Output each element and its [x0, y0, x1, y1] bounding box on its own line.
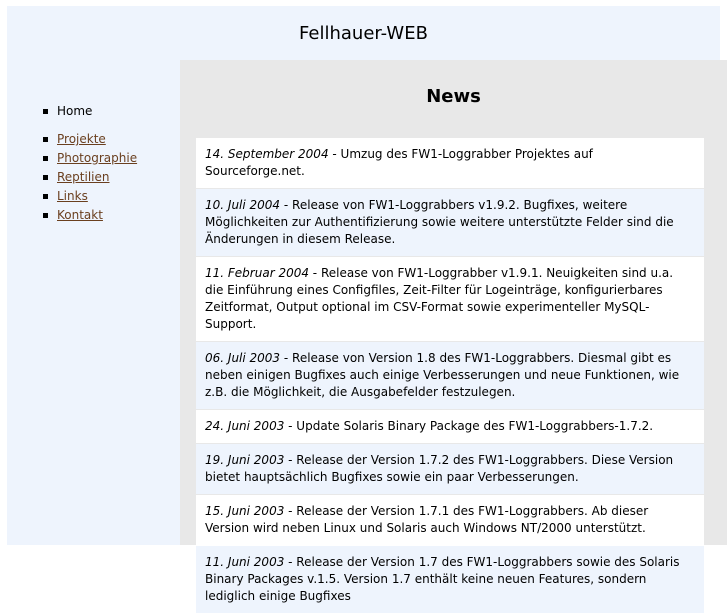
news-item: 15. Juni 2003 - Release der Version 1.7.…	[196, 495, 704, 545]
news-item: 19. Juni 2003 - Release der Version 1.7.…	[196, 444, 704, 494]
nav-link-kontakt[interactable]: Kontakt	[57, 208, 103, 222]
nav-item-home-label: Home	[57, 104, 93, 118]
nav-link-links[interactable]: Links	[57, 189, 88, 203]
bullet-icon	[43, 213, 48, 218]
nav-item-links: Links	[43, 187, 137, 206]
site-title: Fellhauer-WEB	[299, 22, 428, 44]
news-item: 11. Juni 2003 - Release der Version 1.7 …	[196, 546, 704, 613]
nav-item-projekte: Projekte	[43, 130, 137, 149]
nav-link-projekte[interactable]: Projekte	[57, 132, 106, 146]
nav-link-photographie[interactable]: Photographie	[57, 151, 137, 165]
news-item: 10. Juli 2004 - Release von FW1-Loggrabb…	[196, 189, 704, 256]
news-item: 06. Juli 2003 - Release von Version 1.8 …	[196, 342, 704, 409]
news-date: 14. September 2004	[205, 147, 329, 161]
bullet-icon	[43, 109, 48, 114]
news-date: 24. Juni 2003	[205, 419, 285, 433]
main-content: News 14. September 2004 - Umzug des FW1-…	[180, 60, 727, 613]
page-title: News	[426, 86, 481, 107]
nav-item-kontakt: Kontakt	[43, 206, 137, 225]
nav-item-photographie: Photographie	[43, 149, 137, 168]
nav-links-list: Projekte Photographie Reptilien Links Ko…	[43, 130, 137, 225]
news-date: 15. Juni 2003	[205, 504, 285, 518]
news-date: 19. Juni 2003	[205, 453, 285, 467]
news-text: - Update Solaris Binary Package des FW1-…	[284, 419, 654, 433]
bullet-icon	[43, 175, 48, 180]
bullet-icon	[43, 137, 48, 142]
news-date: 10. Juli 2004	[205, 198, 281, 212]
news-item: 14. September 2004 - Umzug des FW1-Loggr…	[196, 138, 704, 188]
news-item: 24. Juni 2003 - Update Solaris Binary Pa…	[196, 410, 704, 443]
news-date: 11. Februar 2004	[205, 266, 309, 280]
nav-item-reptilien: Reptilien	[43, 168, 137, 187]
news-item: 11. Februar 2004 - Release von FW1-Loggr…	[196, 257, 704, 341]
news-date: 11. Juni 2003	[205, 555, 285, 569]
bullet-icon	[43, 156, 48, 161]
news-list: 14. September 2004 - Umzug des FW1-Loggr…	[196, 138, 704, 614]
news-date: 06. Juli 2003	[205, 351, 281, 365]
site-header: Fellhauer-WEB	[7, 6, 720, 60]
bullet-icon	[43, 194, 48, 199]
nav-current-list: Home	[43, 102, 92, 121]
nav-item-home: Home	[43, 102, 92, 121]
sidebar: Home Projekte Photographie Reptilien Lin…	[7, 60, 180, 545]
nav-link-reptilien[interactable]: Reptilien	[57, 170, 110, 184]
